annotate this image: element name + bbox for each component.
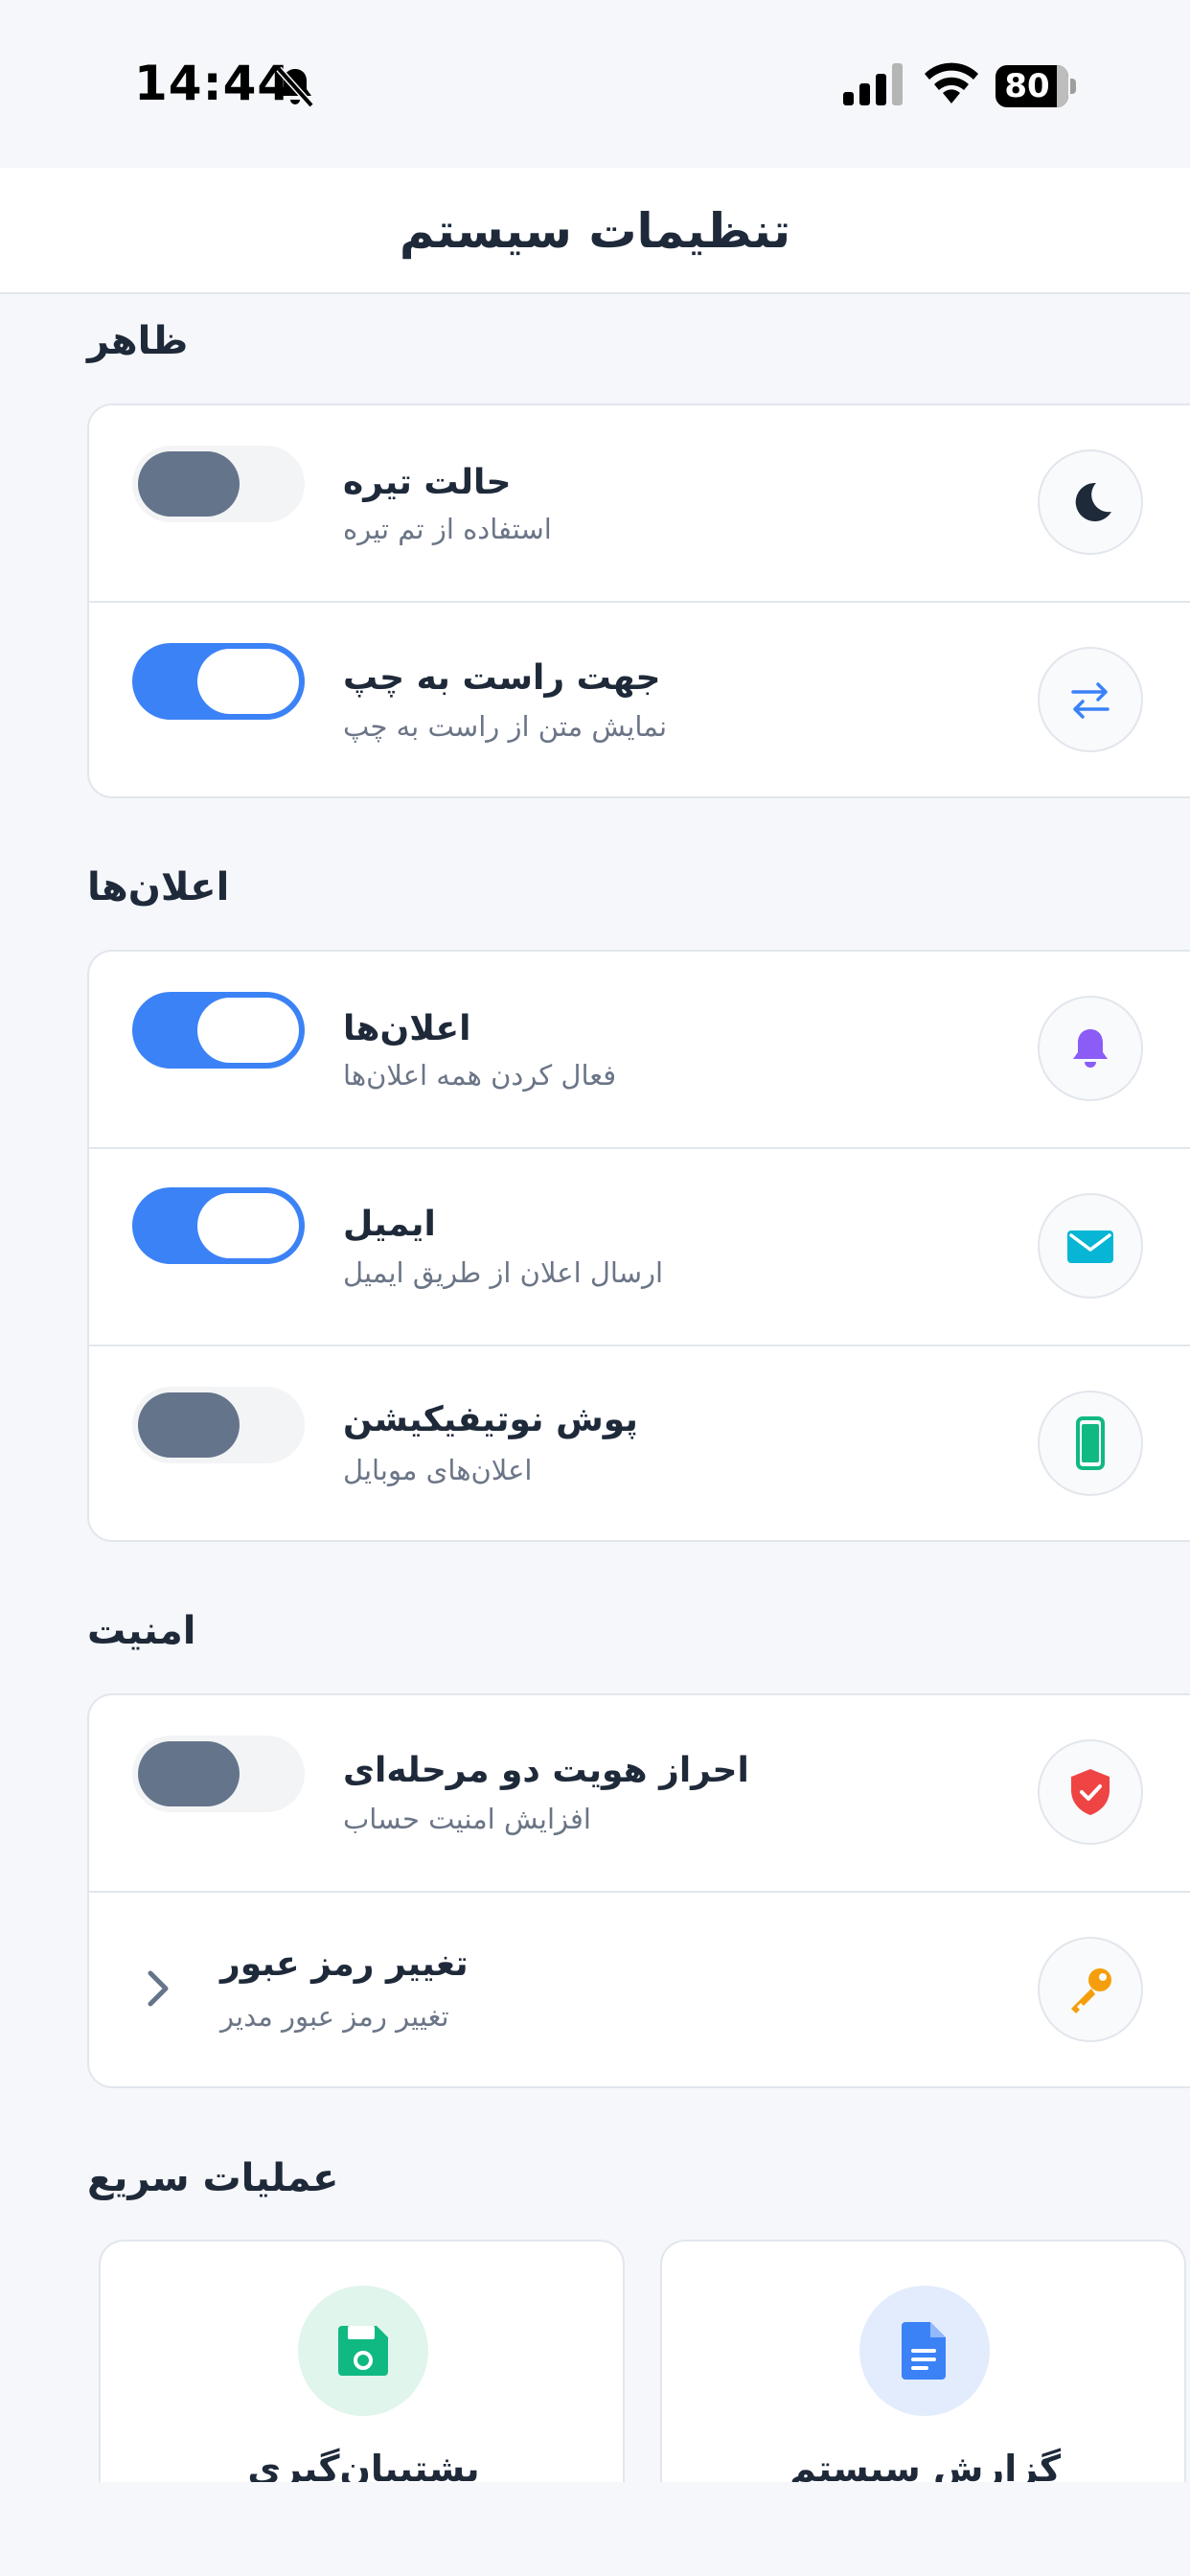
icon-badge — [298, 2286, 428, 2416]
setting-row-dark-mode: حالت تیره استفاده از تم تیره — [89, 405, 1190, 601]
icon-badge — [1038, 647, 1143, 752]
signal-icon — [843, 63, 903, 105]
push-toggle[interactable] — [132, 1387, 305, 1463]
email-toggle[interactable] — [132, 1187, 305, 1264]
bell-off-icon — [276, 66, 314, 108]
setting-title: ایمیل — [343, 1205, 436, 1244]
icon-badge — [1038, 449, 1143, 555]
toggle-knob — [197, 649, 299, 714]
setting-row-email: ایمیل ارسال اعلان از طریق ایمیل — [89, 1149, 1190, 1345]
save-icon — [338, 2326, 388, 2376]
setting-row-notifications: اعلان‌ها فعال کردن همه اعلان‌ها — [89, 952, 1190, 1147]
setting-row-push: پوش نوتیفیکیشن اعلان‌های موبایل — [89, 1346, 1190, 1542]
bell-icon — [1073, 1029, 1108, 1068]
icon-badge — [859, 2286, 990, 2416]
moon-icon — [1075, 482, 1111, 521]
toggle-knob — [138, 1392, 240, 1458]
dark-mode-toggle[interactable] — [132, 446, 305, 522]
document-icon — [902, 2322, 946, 2380]
setting-title: تغییر رمز عبور — [220, 1944, 469, 1984]
section-title-notifications: اعلان‌ها — [87, 865, 230, 909]
section-title-quick-actions: عملیات سریع — [87, 2156, 339, 2200]
icon-badge — [1038, 1193, 1143, 1299]
toggle-knob — [138, 451, 240, 517]
setting-subtitle: تغییر رمز عبور مدیر — [220, 2000, 449, 2033]
security-card: احراز هویت دو مرحله‌ای افزایش امنیت حساب… — [87, 1693, 1190, 2088]
mobile-icon — [1076, 1416, 1105, 1470]
setting-subtitle: ارسال اعلان از طریق ایمیل — [343, 1256, 664, 1289]
icon-badge — [1038, 1391, 1143, 1496]
wifi-icon — [925, 62, 978, 104]
section-title-security: امنیت — [87, 1609, 196, 1653]
app-header: تنظیمات سیستم — [0, 168, 1190, 294]
setting-row-rtl: جهت راست به چپ نمایش متن از راست به چپ — [89, 603, 1190, 798]
setting-row-2fa: احراز هویت دو مرحله‌ای افزایش امنیت حساب — [89, 1695, 1190, 1891]
toggle-knob — [138, 1741, 240, 1806]
setting-subtitle: اعلان‌های موبایل — [343, 1454, 533, 1486]
setting-row-change-password[interactable]: تغییر رمز عبور تغییر رمز عبور مدیر — [89, 1893, 1190, 2088]
mail-icon — [1067, 1230, 1113, 1263]
chevron-right-icon[interactable] — [143, 1967, 173, 2010]
setting-title: پوش نوتیفیکیشن — [343, 1400, 638, 1439]
two-factor-toggle[interactable] — [132, 1736, 305, 1812]
status-time: 14:44 — [134, 56, 292, 111]
key-icon — [1071, 1968, 1111, 2013]
toggle-knob — [197, 998, 299, 1063]
setting-subtitle: فعال کردن همه اعلان‌ها — [343, 1059, 617, 1092]
setting-subtitle: استفاده از تم تیره — [343, 513, 552, 545]
icon-badge — [1038, 996, 1143, 1101]
battery-icon: 80 — [995, 65, 1076, 107]
icon-badge — [1038, 1937, 1143, 2042]
icon-badge — [1038, 1739, 1143, 1845]
appearance-card: حالت تیره استفاده از تم تیره جهت راست به… — [87, 403, 1190, 798]
page-title: تنظیمات سیستم — [399, 203, 791, 259]
notifications-card: اعلان‌ها فعال کردن همه اعلان‌ها ایمیل ار… — [87, 950, 1190, 1542]
setting-title: حالت تیره — [343, 463, 512, 502]
setting-title: احراز هویت دو مرحله‌ای — [343, 1751, 749, 1790]
battery-level: 80 — [1004, 67, 1050, 105]
section-title-appearance: ظاهر — [87, 319, 189, 363]
notifications-toggle[interactable] — [132, 992, 305, 1069]
setting-subtitle: افزایش امنیت حساب — [343, 1803, 591, 1835]
setting-subtitle: نمایش متن از راست به چپ — [343, 710, 668, 743]
setting-title: جهت راست به چپ — [343, 658, 661, 698]
bottom-safe-area — [0, 2482, 1190, 2576]
rtl-toggle[interactable] — [132, 643, 305, 720]
shield-check-icon — [1071, 1769, 1110, 1815]
setting-title: اعلان‌ها — [343, 1009, 471, 1048]
toggle-knob — [197, 1193, 299, 1258]
swap-arrows-icon — [1071, 682, 1110, 719]
status-bar: 14:44 80 — [0, 0, 1190, 168]
